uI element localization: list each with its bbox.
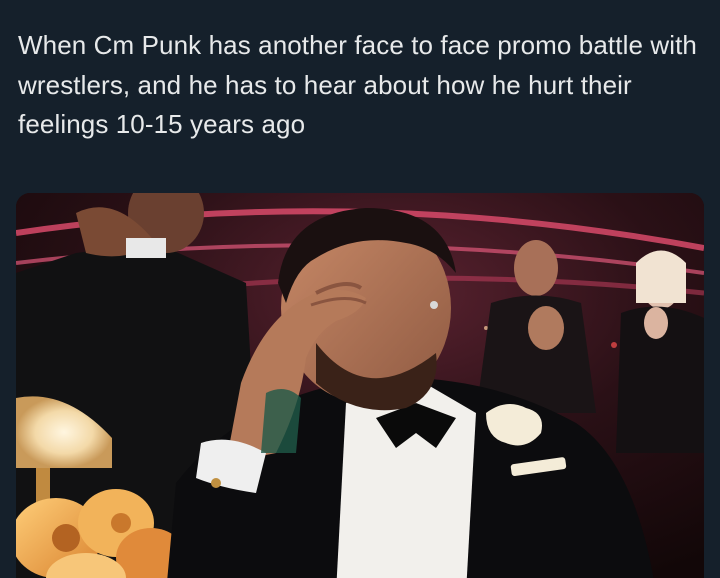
photo-illustration <box>16 193 704 578</box>
background-figure <box>261 389 301 453</box>
post-image[interactable] <box>16 193 704 578</box>
post-caption: When Cm Punk has another face to face pr… <box>18 30 697 139</box>
cufflink <box>211 478 221 488</box>
earring <box>430 301 438 309</box>
post: When Cm Punk has another face to face pr… <box>0 0 720 578</box>
